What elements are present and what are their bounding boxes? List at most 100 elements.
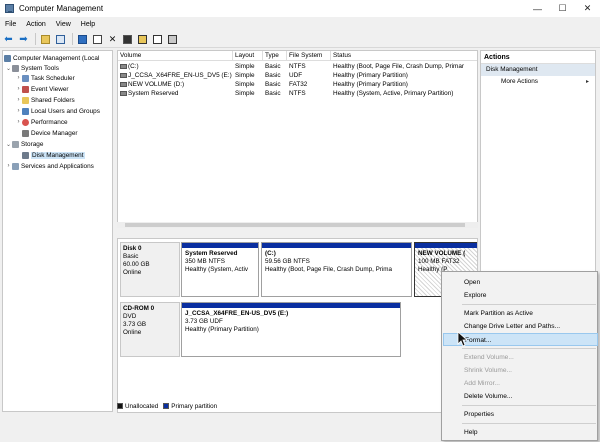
column-header-layout[interactable]: Layout: [233, 51, 263, 61]
properties-icon[interactable]: [91, 33, 104, 46]
disk-name: CD-ROM 0: [123, 305, 155, 312]
disk-0-label[interactable]: Disk 0 Basic 60.00 GB Online: [120, 242, 180, 297]
tree-item-storage[interactable]: ⌄ Storage: [5, 139, 43, 149]
column-header-volume[interactable]: Volume: [118, 51, 233, 61]
tree-item-shared-folders[interactable]: › Shared Folders: [15, 95, 75, 105]
menu-help[interactable]: Help: [76, 21, 100, 28]
close-button[interactable]: ✕: [575, 0, 600, 17]
collapse-chevron-icon[interactable]: ⌄: [5, 141, 12, 148]
menu-view[interactable]: View: [51, 21, 76, 28]
menu-bar: File Action View Help: [0, 18, 100, 30]
unallocated-swatch: [117, 403, 123, 409]
window-title: Computer Management: [19, 4, 104, 13]
tree-item-disk-management[interactable]: Disk Management: [15, 150, 85, 160]
menu-item-delete-volume[interactable]: Delete Volume...: [443, 390, 598, 403]
menu-item-add-mirror[interactable]: Add Mirror...: [443, 377, 598, 390]
legend-primary: Primary partition: [171, 402, 218, 410]
expand-chevron-icon[interactable]: ›: [15, 97, 22, 103]
search-folder-icon[interactable]: [151, 33, 164, 46]
toolbar-separator: [35, 33, 36, 45]
table-row[interactable]: J_CCSA_X64FRE_EN-US_DV5 (E:) Simple Basi…: [118, 71, 477, 80]
expand-chevron-icon[interactable]: ›: [5, 163, 12, 169]
menu-item-explore[interactable]: Explore: [443, 289, 598, 302]
users-icon: [22, 107, 29, 115]
volume-name: System Reserved: [128, 90, 179, 97]
partition-c[interactable]: (C:) 59.56 GB NTFS Healthy (Boot, Page F…: [261, 242, 412, 297]
maximize-button[interactable]: ☐: [550, 0, 575, 17]
partition-name: System Reserved: [185, 250, 238, 257]
column-header-status[interactable]: Status: [331, 51, 477, 61]
legend-unallocated: Unallocated: [125, 402, 159, 410]
menu-file[interactable]: File: [0, 21, 21, 28]
partition-name: NEW VOLUME (: [418, 250, 466, 257]
actions-section-disk-management[interactable]: Disk Management: [481, 64, 595, 76]
expand-chevron-icon[interactable]: ›: [15, 75, 22, 81]
expand-chevron-icon[interactable]: ›: [15, 86, 22, 92]
column-header-file-system[interactable]: File System: [287, 51, 331, 61]
partition-status: Healthy (Boot, Page File, Crash Dump, Pr…: [265, 266, 393, 273]
menu-item-shrink-volume[interactable]: Shrink Volume...: [443, 364, 598, 377]
table-row[interactable]: System Reserved Simple Basic NTFS Health…: [118, 89, 477, 98]
tree-item-device-manager[interactable]: Device Manager: [15, 128, 78, 138]
table-row[interactable]: NEW VOLUME (D:) Simple Basic FAT32 Healt…: [118, 80, 477, 89]
computer-icon: [4, 54, 11, 62]
partition-dvd-e[interactable]: J_CCSA_X64FRE_EN-US_DV5 (E:) 3.73 GB UDF…: [181, 302, 401, 357]
checkbox-list-icon[interactable]: [121, 33, 134, 46]
mouse-pointer-icon: [457, 331, 467, 347]
tools-icon: [12, 64, 19, 72]
collapse-chevron-icon[interactable]: ⌄: [5, 65, 12, 72]
volume-layout: Simple: [235, 81, 255, 88]
disk-size: 3.73 GB: [123, 321, 147, 328]
minimize-button[interactable]: —: [525, 0, 550, 17]
tree-item-local-users[interactable]: › Local Users and Groups: [15, 106, 100, 116]
actions-header: Actions: [481, 51, 595, 64]
partition-size: 3.73 GB UDF: [185, 318, 223, 325]
show-hide-tree-icon[interactable]: [54, 33, 67, 46]
volume-list-header: Volume Layout Type File System Status: [118, 51, 477, 61]
scrollbar-thumb[interactable]: [125, 223, 465, 227]
menu-separator: [462, 304, 596, 305]
partition-size: 350 MB NTFS: [185, 258, 225, 265]
up-folder-icon[interactable]: [39, 33, 52, 46]
table-row[interactable]: (C:) Simple Basic NTFS Healthy (Boot, Pa…: [118, 62, 477, 71]
volume-name: J_CCSA_X64FRE_EN-US_DV5 (E:): [128, 72, 232, 79]
tree-item-performance[interactable]: › Performance: [15, 117, 68, 127]
tree-item-task-scheduler[interactable]: › Task Scheduler: [15, 73, 75, 83]
shared-folder-icon: [22, 96, 29, 104]
help-icon[interactable]: [76, 33, 89, 46]
menu-item-extend-volume[interactable]: Extend Volume...: [443, 351, 598, 364]
console-tree: Computer Management (Local ⌄ System Tool…: [2, 50, 113, 412]
context-menu: Open Explore Mark Partition as Active Ch…: [441, 271, 598, 441]
computer-management-icon: [5, 4, 14, 13]
rescan-disks-icon[interactable]: [166, 33, 179, 46]
menu-item-open[interactable]: Open: [443, 276, 598, 289]
menu-separator: [462, 348, 596, 349]
expand-chevron-icon[interactable]: ›: [15, 119, 22, 125]
primary-partition-swatch: [163, 403, 170, 409]
services-icon: [12, 162, 19, 170]
forward-arrow-icon[interactable]: ➡: [17, 33, 30, 46]
menu-separator: [462, 423, 596, 424]
delete-icon[interactable]: ✕: [106, 33, 119, 46]
storage-icon: [12, 140, 19, 148]
cdrom-0-label[interactable]: CD-ROM 0 DVD 3.73 GB Online: [120, 302, 180, 357]
tree-item-event-viewer[interactable]: › Event Viewer: [15, 84, 69, 94]
menu-action[interactable]: Action: [21, 21, 50, 28]
menu-item-mark-active[interactable]: Mark Partition as Active: [443, 307, 598, 320]
back-arrow-icon[interactable]: ⬅: [2, 33, 15, 46]
partition-system-reserved[interactable]: System Reserved 350 MB NTFS Healthy (Sys…: [181, 242, 259, 297]
column-header-type[interactable]: Type: [263, 51, 287, 61]
open-folder-icon[interactable]: [136, 33, 149, 46]
tree-item-system-tools[interactable]: ⌄ System Tools: [5, 63, 59, 73]
event-viewer-icon: [22, 85, 29, 93]
tree-item-services[interactable]: › Services and Applications: [5, 161, 94, 171]
menu-item-help[interactable]: Help: [443, 426, 598, 439]
menu-item-properties[interactable]: Properties: [443, 408, 598, 421]
volume-icon: [120, 72, 127, 78]
tree-item-root[interactable]: Computer Management (Local: [4, 53, 99, 63]
horizontal-scrollbar[interactable]: [117, 222, 478, 228]
more-actions-link[interactable]: More Actions: [481, 76, 595, 88]
performance-icon: [22, 118, 29, 126]
volume-icon: [120, 81, 127, 87]
expand-chevron-icon[interactable]: ›: [15, 108, 22, 114]
